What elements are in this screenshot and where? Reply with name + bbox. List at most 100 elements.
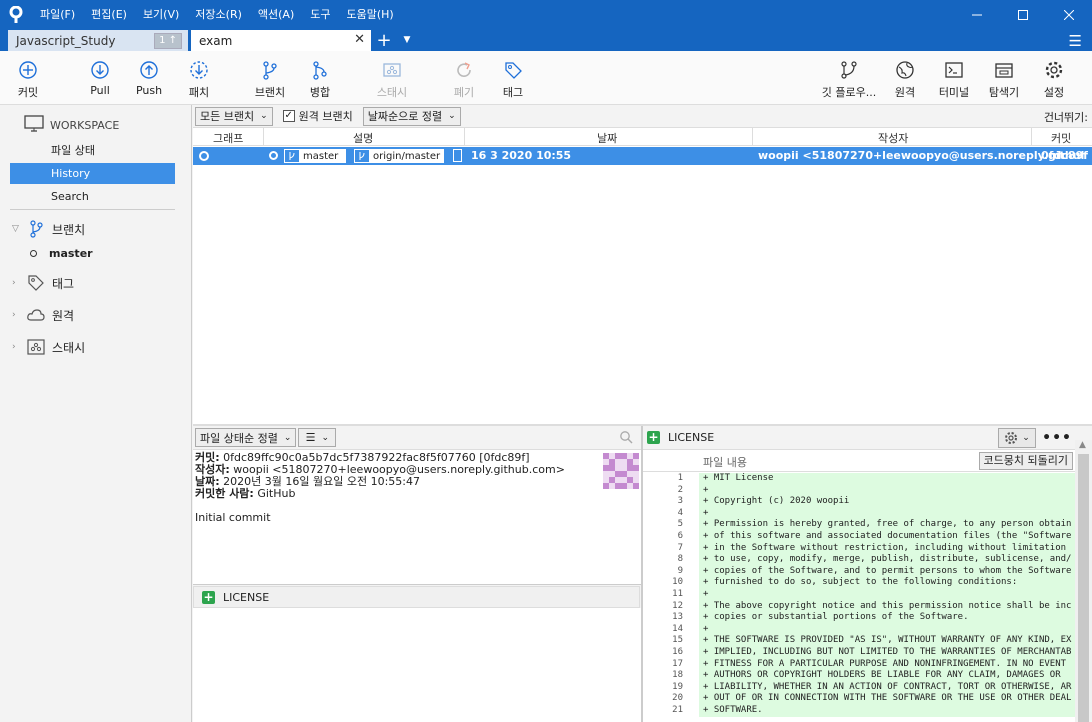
branches-label: 브랜치: [52, 222, 86, 237]
menu-edit[interactable]: 편집(E): [83, 0, 135, 30]
discard-icon: [453, 59, 475, 81]
sidebar-group-branches[interactable]: ▽ 브랜치: [12, 220, 85, 238]
hamburger-menu-icon[interactable]: ☰: [1069, 32, 1082, 50]
menu-tools[interactable]: 도구: [302, 0, 338, 30]
explorer-button[interactable]: 탐색기: [977, 59, 1031, 101]
chevron-down-icon: ▽: [12, 224, 19, 234]
menu-repository[interactable]: 저장소(R): [187, 0, 250, 30]
dropdown-value: 날짜순으로 정렬: [367, 110, 443, 123]
branch-name: master: [49, 247, 93, 260]
pull-button[interactable]: Pull: [73, 59, 127, 101]
line-number: 8: [677, 554, 683, 565]
column-description[interactable]: 설명: [353, 130, 373, 146]
line-number: 2: [677, 484, 683, 495]
scroll-thumb[interactable]: [1078, 454, 1089, 722]
pull-label: Pull: [90, 84, 110, 97]
scroll-up-icon[interactable]: ▲: [1079, 440, 1086, 450]
tag-marker-icon: [453, 149, 462, 162]
push-button[interactable]: Push: [122, 59, 176, 101]
merge-button[interactable]: 병합: [293, 59, 347, 101]
line-number: 15: [672, 635, 683, 646]
terminal-button[interactable]: 터미널: [927, 59, 981, 101]
chevron-down-icon: ⌄: [448, 111, 456, 121]
add-tab-icon[interactable]: +: [371, 30, 397, 51]
checkbox-checked-icon[interactable]: ✓: [282, 110, 295, 122]
fetch-label: 패치: [188, 86, 210, 99]
sourcetree-logo-icon: [0, 0, 32, 30]
sidebar-item-history[interactable]: History: [10, 163, 175, 184]
view-mode-dropdown[interactable]: ☰ ⌄: [298, 428, 337, 447]
line-number: 21: [672, 705, 683, 715]
diff-line: 19 + LIABILITY, WHETHER IN AN ACTION OF C…: [643, 681, 1075, 694]
branch-filter-dropdown[interactable]: 모든 브랜치 ⌄: [195, 106, 273, 126]
branch-button[interactable]: 브랜치: [243, 59, 297, 101]
sidebar-item-file-status[interactable]: 파일 상태: [10, 140, 175, 161]
tab-label: Javascript_Study: [16, 33, 116, 48]
folder-icon: [993, 59, 1015, 81]
line-number: 4: [677, 507, 683, 518]
stash-button[interactable]: 스태시: [365, 59, 419, 101]
diff-code: +: [699, 484, 1075, 497]
commit-icon: [17, 59, 39, 81]
diff-line: 4 +: [643, 507, 1075, 520]
sidebar-group-tags[interactable]: › 태그: [12, 274, 74, 292]
fetch-icon: [188, 59, 210, 81]
branch-label: 브랜치: [254, 86, 286, 99]
table-row[interactable]: master origin/master 16 3 2020 10:55 woo…: [193, 147, 1092, 165]
maximize-button[interactable]: [1000, 0, 1046, 30]
diff-code: +: [699, 507, 1075, 520]
tab-dropdown-icon[interactable]: ▼: [397, 30, 417, 51]
more-options-icon[interactable]: •••: [1042, 430, 1072, 446]
column-date[interactable]: 날짜: [597, 130, 617, 146]
chevron-down-icon: ⌄: [260, 111, 268, 121]
menu-view[interactable]: 보기(V): [135, 0, 187, 30]
commit-message: Initial commit: [195, 511, 271, 524]
diff-options-dropdown[interactable]: ⌄: [998, 428, 1036, 448]
list-item[interactable]: + LICENSE: [193, 586, 640, 608]
history-filter-bar: 모든 브랜치 ⌄ ✓ 원격 브랜치 날짜순으로 정렬 ⌄ 건너뛰기:: [193, 105, 1092, 128]
close-tab-icon[interactable]: ✕: [354, 32, 365, 47]
branch-icon: [285, 150, 299, 162]
file-sort-dropdown[interactable]: 파일 상태순 정렬 ⌄: [195, 428, 297, 447]
settings-button[interactable]: 설정: [1027, 59, 1081, 101]
remotes-label: 원격: [52, 308, 75, 323]
diff-code: + of this software and associated docume…: [699, 531, 1075, 543]
search-icon[interactable]: [619, 430, 633, 447]
fetch-button[interactable]: 패치: [172, 59, 226, 101]
title-bar: 파일(F) 편집(E) 보기(V) 저장소(R) 액션(A) 도구 도움말(H): [0, 0, 1092, 30]
head-marker-icon: [269, 151, 278, 160]
hunk-header: 파일 내용 코드뭉치 되돌리기: [643, 450, 1075, 472]
revert-hunk-button[interactable]: 코드뭉치 되돌리기: [978, 452, 1073, 470]
column-commit[interactable]: 커밋: [1051, 130, 1071, 146]
branch-ref-name: master: [303, 150, 339, 162]
chevron-right-icon: ›: [12, 278, 16, 288]
branch-icon: [355, 150, 369, 162]
gear-icon: [1005, 432, 1018, 444]
minimize-button[interactable]: [954, 0, 1000, 30]
commit-button[interactable]: 커밋: [1, 59, 55, 101]
sidebar-group-stashes[interactable]: › 스태시: [12, 338, 85, 356]
tab-exam[interactable]: exam ✕: [191, 30, 371, 51]
discard-button[interactable]: 폐기: [437, 59, 491, 101]
git-flow-button[interactable]: 깃 플로우...: [818, 59, 880, 101]
remote-button[interactable]: 원격: [878, 59, 932, 101]
sort-dropdown[interactable]: 날짜순으로 정렬 ⌄: [362, 106, 461, 126]
column-author[interactable]: 작성자: [878, 130, 908, 146]
diff-code: + AUTHORS OR COPYRIGHT HOLDERS BE LIABLE…: [699, 670, 1075, 682]
sidebar-item-search[interactable]: Search: [10, 186, 175, 207]
tags-label: 태그: [52, 276, 75, 291]
tag-button[interactable]: 태그: [486, 59, 540, 101]
remote-branches-checkbox[interactable]: ✓ 원격 브랜치: [282, 108, 353, 124]
line-number: 10: [672, 577, 683, 588]
column-graph[interactable]: 그래프: [213, 130, 243, 146]
sidebar-group-remotes[interactable]: › 원격: [12, 306, 74, 324]
sidebar-branch-master[interactable]: master: [30, 247, 93, 260]
diff-scrollbar[interactable]: ▲: [1075, 440, 1092, 722]
close-button[interactable]: [1046, 0, 1092, 30]
menu-help[interactable]: 도움말(H): [339, 0, 402, 30]
menu-file[interactable]: 파일(F): [32, 0, 83, 30]
workspace-header: WORKSPACE: [24, 115, 119, 135]
tab-javascript-study[interactable]: Javascript_Study 1 ↑: [8, 30, 188, 51]
menu-actions[interactable]: 액션(A): [250, 0, 302, 30]
tag-icon: [26, 274, 46, 292]
